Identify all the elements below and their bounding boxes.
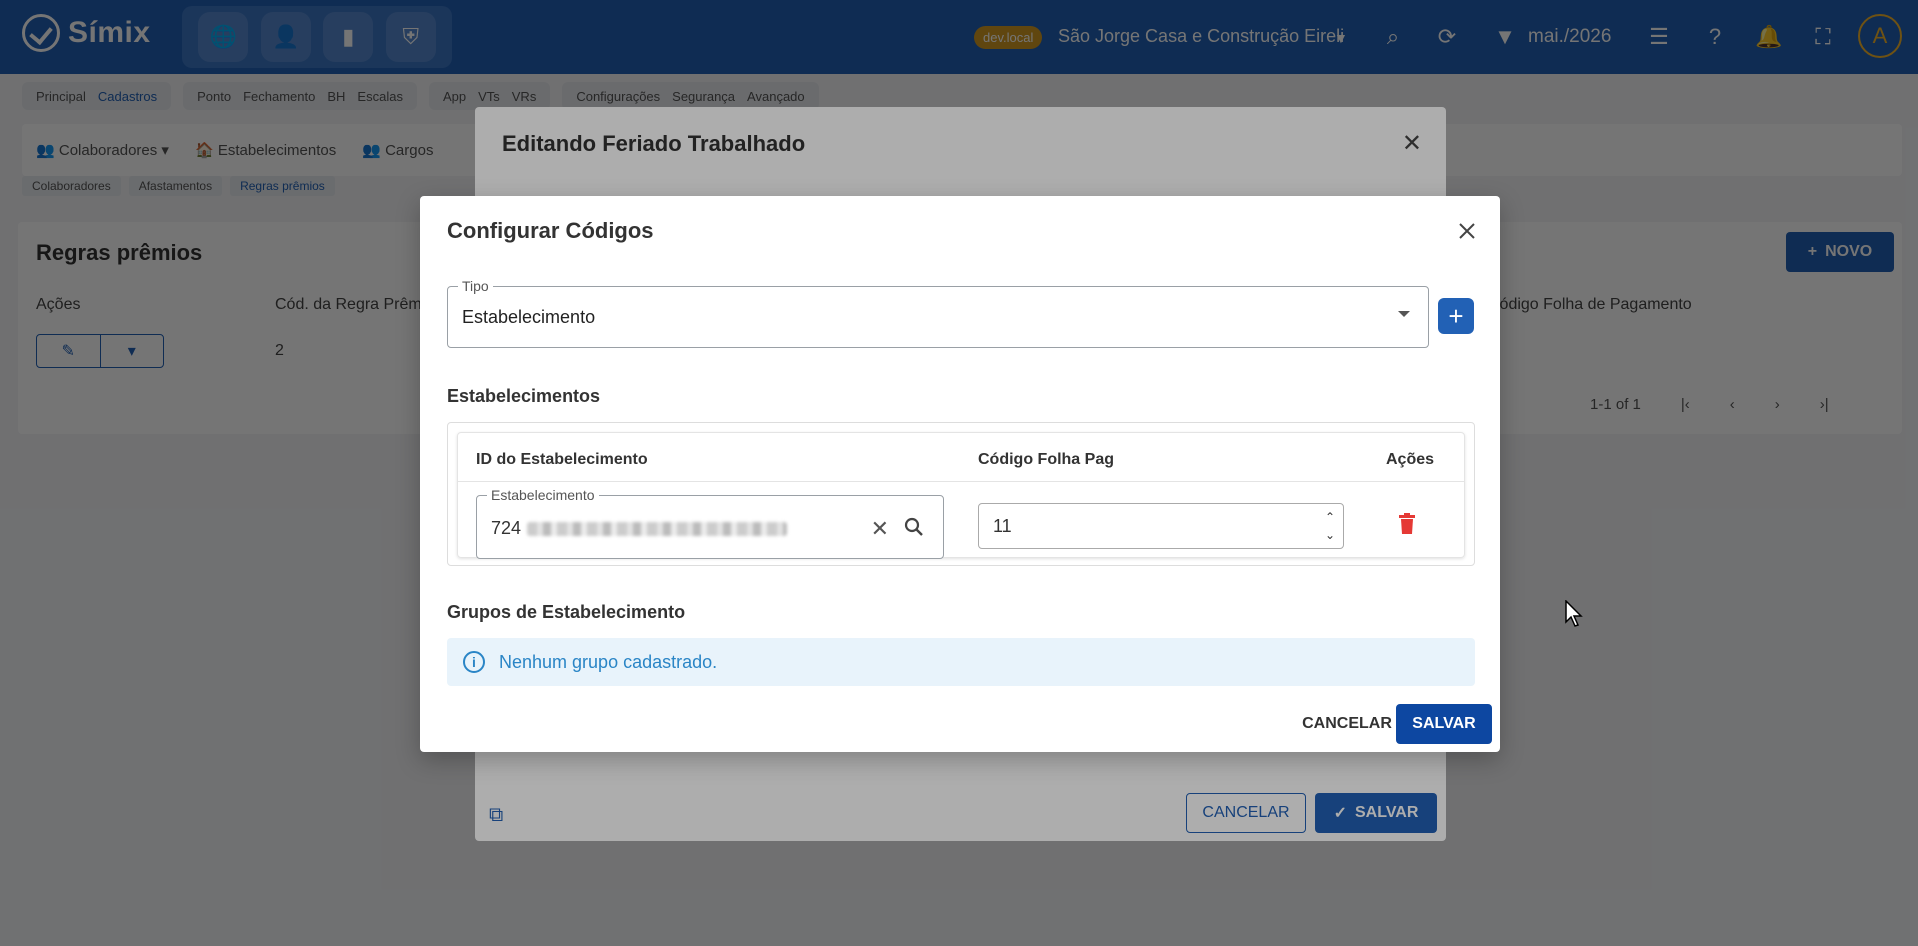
table-card: ID do Estabelecimento Código Folha Pag A… xyxy=(457,432,1465,559)
chevron-down-icon[interactable]: ⌄ xyxy=(1325,526,1335,544)
section-title: Estabelecimentos xyxy=(447,386,601,406)
column-header: Ações xyxy=(1386,451,1435,468)
mouse-cursor-icon xyxy=(1565,599,1585,633)
dialog-title: Configurar Códigos xyxy=(447,218,654,243)
cancel-button[interactable]: CANCELAR xyxy=(1282,704,1412,744)
clear-icon[interactable]: ✕ xyxy=(871,516,889,542)
field-label: Tipo xyxy=(458,278,493,294)
configurar-codigos-dialog: Configurar Códigos Tipo Estabelecimento … xyxy=(420,196,1500,752)
close-icon[interactable] xyxy=(1452,216,1482,246)
delete-icon[interactable] xyxy=(1398,513,1416,535)
estabelecimento-field[interactable]: Estabelecimento 724 ✕ xyxy=(476,487,944,559)
info-icon: i xyxy=(463,651,485,673)
tipo-select[interactable]: Tipo Estabelecimento xyxy=(447,278,1429,348)
field-label: Estabelecimento xyxy=(487,487,599,503)
column-header: Código Folha Pag xyxy=(978,451,1114,468)
section-title: Grupos de Estabelecimento xyxy=(447,602,686,622)
chevron-down-icon xyxy=(1398,311,1410,317)
number-stepper[interactable]: ⌃ ⌄ xyxy=(1325,508,1335,544)
chevron-up-icon[interactable]: ⌃ xyxy=(1325,508,1335,526)
divider xyxy=(458,481,1464,482)
column-header: ID do Estabelecimento xyxy=(476,451,648,468)
codigo-folha-input[interactable]: 11 ⌃ ⌄ xyxy=(978,503,1344,549)
info-text: Nenhum grupo cadastrado. xyxy=(499,651,718,672)
info-alert: i Nenhum grupo cadastrado. xyxy=(447,638,1475,686)
redacted-text xyxy=(527,522,788,537)
field-value: 11 xyxy=(993,516,1012,536)
select-value: Estabelecimento xyxy=(462,307,596,327)
field-value: 724 xyxy=(491,518,788,539)
estabelecimentos-table: ID do Estabelecimento Código Folha Pag A… xyxy=(447,422,1475,566)
save-button[interactable]: SALVAR xyxy=(1396,704,1492,744)
add-button[interactable]: + xyxy=(1438,298,1474,334)
plus-icon: + xyxy=(1448,301,1464,331)
search-icon[interactable] xyxy=(903,516,925,543)
